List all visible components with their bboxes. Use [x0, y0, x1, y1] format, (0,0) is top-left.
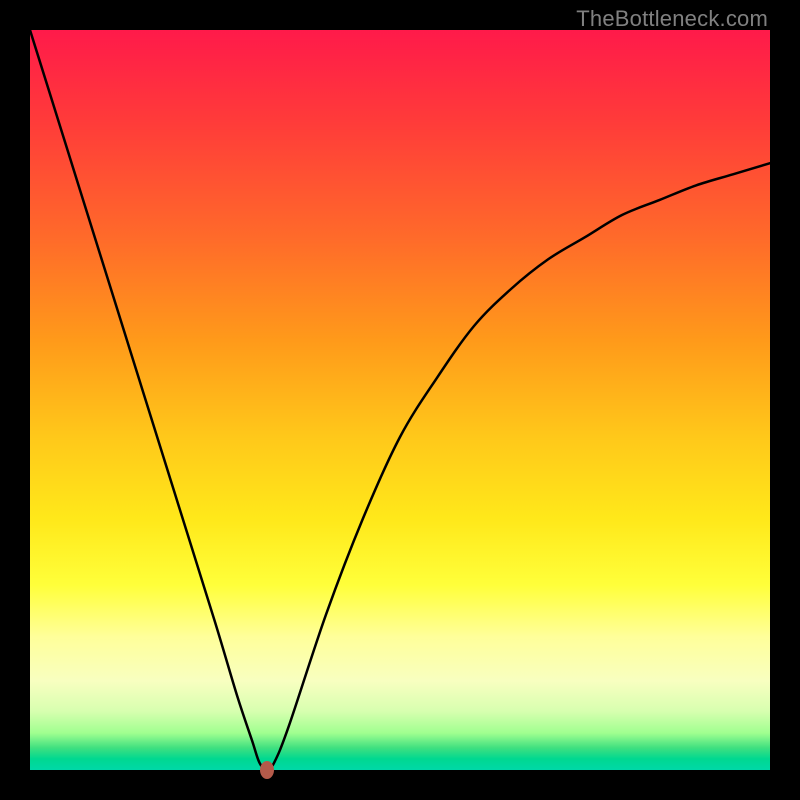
- plot-area: [30, 30, 770, 770]
- bottleneck-curve: [30, 30, 770, 770]
- minimum-marker-icon: [260, 761, 274, 779]
- curve-path: [30, 30, 770, 770]
- watermark-text: TheBottleneck.com: [576, 6, 768, 32]
- chart-frame: TheBottleneck.com: [0, 0, 800, 800]
